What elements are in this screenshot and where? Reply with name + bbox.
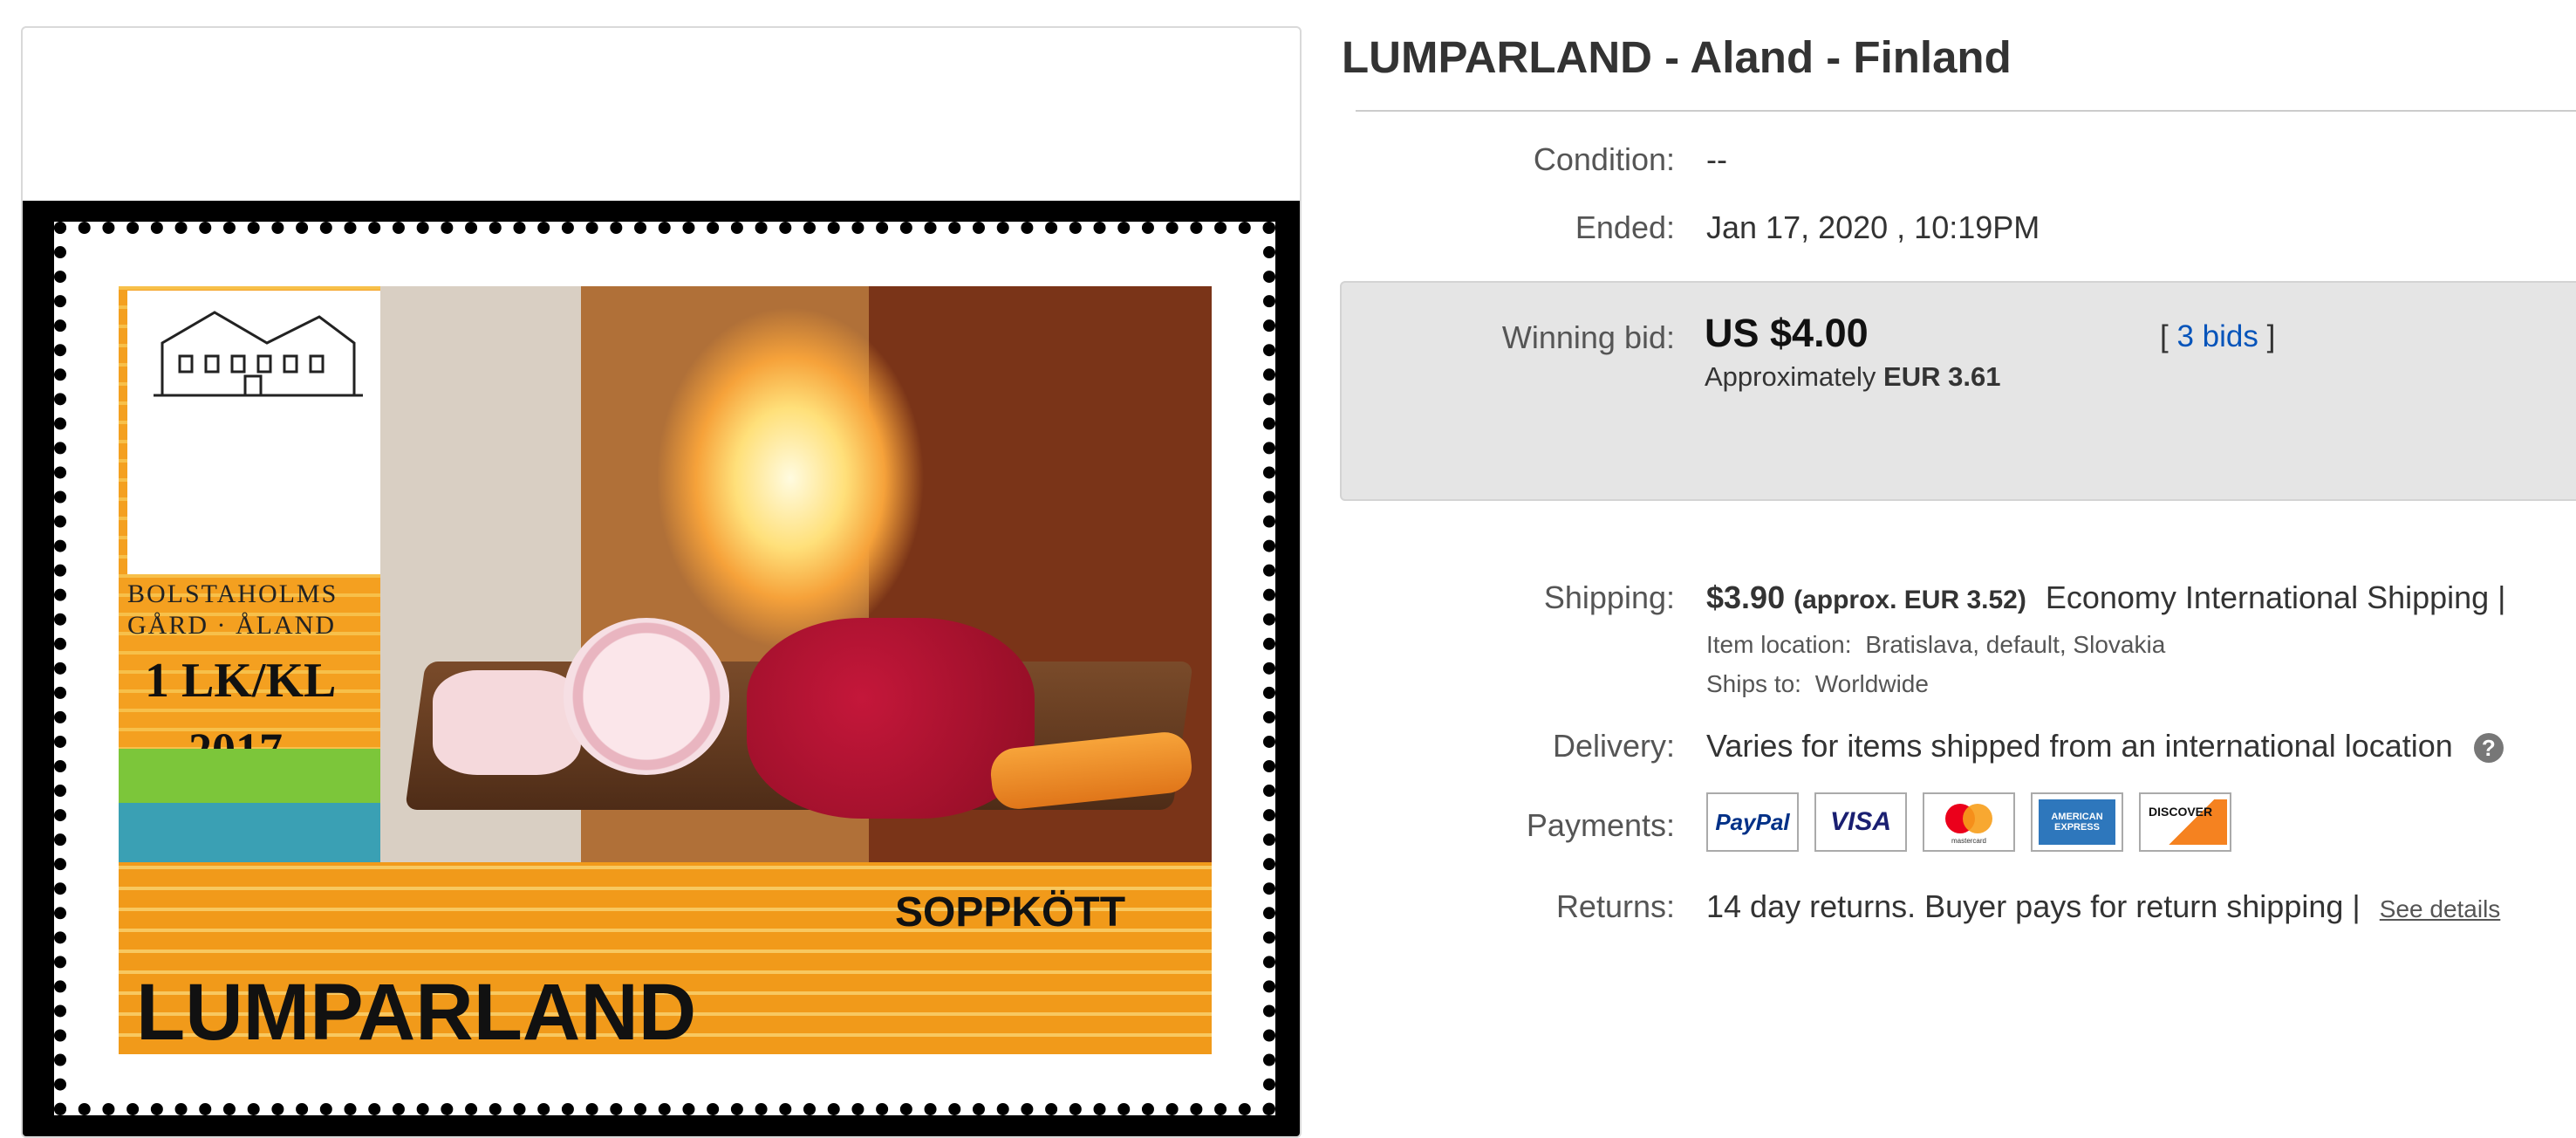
condition-label: Condition: [1533, 141, 1675, 177]
item-location: Item location: Bratislava, default, Slov… [1706, 631, 2166, 658]
condition-value: -- [1706, 141, 1727, 177]
item-photo[interactable]: BOLSTAHOLMS GÅRD · ÅLAND 1 LK/KL 2017 SO… [23, 201, 1300, 1136]
shipping-cost: $3.90 [1706, 579, 1786, 615]
ended-value: Jan 17, 2020 , 10:19PM [1706, 209, 2040, 245]
stamp-photo [380, 286, 1212, 862]
manor-house-icon [154, 311, 363, 397]
divider [1356, 110, 2576, 112]
shipping-label: Shipping: [1543, 579, 1675, 615]
payments-label: Payments: [1526, 807, 1675, 843]
stamp-caption: SOPPKÖTT [895, 889, 1126, 936]
stamp-place: LUMPARLAND [136, 968, 697, 1057]
returns-info: 14 day returns. Buyer pays for return sh… [1706, 888, 2500, 925]
bids-count-link[interactable]: 3 bids [2176, 319, 2258, 353]
paypal-icon: PayPal [1706, 792, 1799, 852]
delivery-info: Varies for items shipped from an interna… [1706, 728, 2504, 764]
visa-icon: VISA [1814, 792, 1907, 852]
stamp-image: BOLSTAHOLMS GÅRD · ÅLAND 1 LK/KL 2017 SO… [54, 222, 1275, 1115]
help-icon[interactable]: ? [2473, 733, 2504, 764]
returns-label: Returns: [1555, 888, 1675, 924]
estate-name: BOLSTAHOLMS GÅRD · ÅLAND [127, 579, 338, 640]
ships-to: Ships to: Worldwide [1706, 670, 1929, 697]
shipping-info: $3.90 (approx. EUR 3.52) Economy Interna… [1706, 579, 2506, 616]
see-details-link[interactable]: See details [2380, 895, 2501, 922]
winning-bid-label: Winning bid: [1501, 319, 1675, 355]
shipping-approx: (approx. EUR 3.52) [1794, 586, 2026, 614]
discover-icon: DISCOVER [2139, 792, 2231, 852]
teal-stripe [119, 803, 380, 862]
ended-label: Ended: [1575, 209, 1675, 245]
stamp-value: 1 LK/KL [145, 654, 337, 708]
listing-title: LUMPARLAND - Aland - Finland [1342, 32, 2012, 82]
estate-logo [127, 291, 380, 574]
amex-icon: AMERICAN EXPRESS [2031, 792, 2123, 852]
green-stripe [119, 749, 380, 803]
bid-history: [ 3 bids ] [2160, 319, 2276, 353]
delivery-label: Delivery: [1552, 728, 1675, 764]
returns-value: 14 day returns. Buyer pays for return sh… [1706, 888, 2361, 924]
winning-bid-approx: Approximately EUR 3.61 [1705, 361, 2001, 392]
item-image-panel[interactable]: BOLSTAHOLMS GÅRD · ÅLAND 1 LK/KL 2017 SO… [21, 26, 1302, 1138]
shipping-method: Economy International Shipping | [2045, 579, 2506, 615]
mastercard-icon: mastercard [1923, 792, 2015, 852]
winning-bid-amount: US $4.00 [1705, 311, 1869, 355]
svg-text:mastercard: mastercard [1951, 837, 1986, 845]
delivery-value: Varies for items shipped from an interna… [1706, 728, 2453, 764]
